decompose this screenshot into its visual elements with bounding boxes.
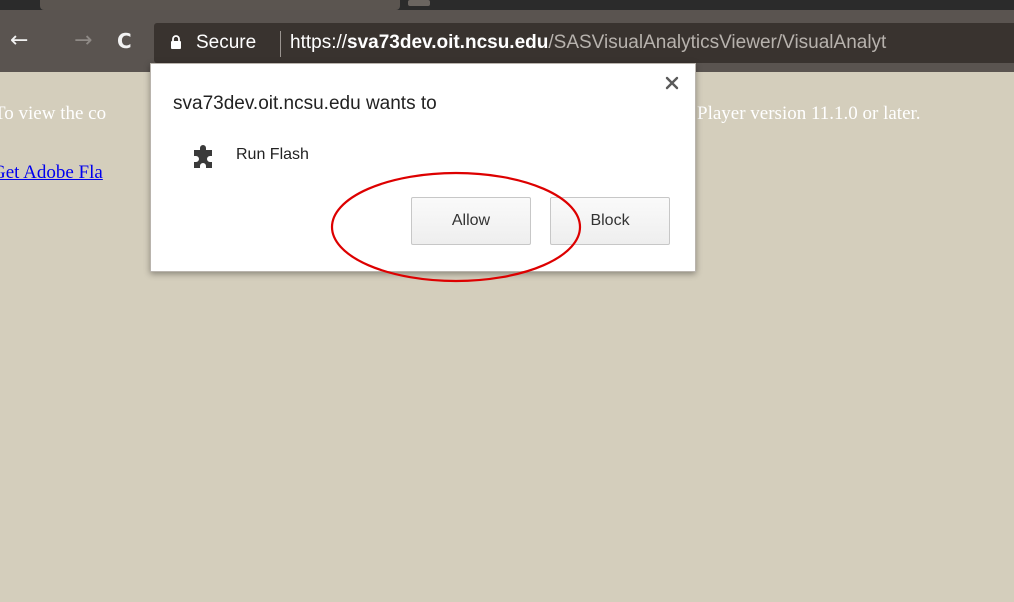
new-tab-button[interactable] xyxy=(408,0,430,6)
url-scheme: https:// xyxy=(290,32,348,53)
puzzle-icon xyxy=(194,145,212,168)
block-button[interactable]: Block xyxy=(550,197,670,245)
secure-label[interactable]: Secure xyxy=(196,32,256,54)
tab-strip xyxy=(0,0,1014,10)
close-icon[interactable] xyxy=(665,76,679,90)
flash-required-message-tail: Player version 11.1.0 or later. xyxy=(697,103,921,124)
get-flash-link[interactable]: Get Adobe Fla xyxy=(0,162,103,184)
permission-run-flash: Run Flash xyxy=(236,146,309,163)
flash-permission-popup: sva73dev.oit.ncsu.edu wants to Run Flash… xyxy=(150,63,696,272)
flash-required-message: To view the co xyxy=(0,103,107,124)
allow-button[interactable]: Allow xyxy=(411,197,531,245)
active-tab[interactable] xyxy=(40,0,400,10)
reload-button[interactable]: C xyxy=(117,28,132,54)
back-button[interactable]: ← xyxy=(10,28,28,54)
omnibox-divider xyxy=(280,31,281,57)
browser-window: ← → C Secure https://sva73dev.oit.ncsu.e… xyxy=(0,0,1014,602)
url-text[interactable]: https://sva73dev.oit.ncsu.edu/SASVisualA… xyxy=(290,32,886,54)
url-host: sva73dev.oit.ncsu.edu xyxy=(347,32,549,53)
address-bar[interactable]: Secure https://sva73dev.oit.ncsu.edu/SAS… xyxy=(154,23,1014,63)
url-path: /SASVisualAnalyticsViewer/VisualAnalyt xyxy=(548,32,887,53)
forward-button[interactable]: → xyxy=(74,28,92,54)
popup-title: sva73dev.oit.ncsu.edu wants to xyxy=(173,93,437,114)
lock-icon[interactable] xyxy=(170,35,182,49)
